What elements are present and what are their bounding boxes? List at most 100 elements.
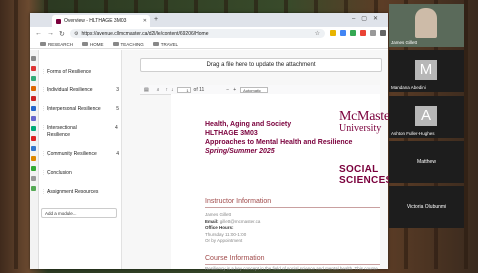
- module-item[interactable]: ⋮⋮ Interpersonal Resilience 5: [41, 106, 119, 113]
- app-icon[interactable]: [31, 96, 36, 101]
- page-number-input[interactable]: 1: [176, 86, 191, 93]
- zoom-in-icon[interactable]: +: [233, 87, 236, 93]
- module-label: Forms of Resilience: [47, 69, 92, 75]
- office-hours-note: Or by Appointment: [205, 238, 243, 243]
- file-dropzone[interactable]: Drag a file here to update the attachmen…: [140, 58, 382, 72]
- forward-icon[interactable]: →: [47, 30, 54, 37]
- module-sidebar: ⋮⋮ Forms of Resilience ⋮⋮ Individual Resil…: [39, 50, 122, 269]
- module-count: 5: [116, 106, 119, 112]
- app-icon[interactable]: [31, 56, 36, 61]
- participant-tile[interactable]: A Ashton Fuller-Hughes: [389, 96, 464, 138]
- extension-icon[interactable]: [350, 30, 356, 36]
- app-icon-strip: [30, 50, 39, 269]
- course-info-heading: Course Information: [205, 255, 265, 262]
- bookmark-folder[interactable]: TRAVEL: [152, 42, 178, 47]
- app-icon[interactable]: [31, 176, 36, 181]
- add-module-input[interactable]: Add a module...: [41, 208, 117, 218]
- browser-window: Overview - HLTHAGE 3M03 ✕ + –▢✕ ← → ↻ ⚙ …: [30, 13, 407, 271]
- folder-icon: [112, 42, 119, 46]
- university-logo-text: University: [339, 123, 382, 134]
- find-icon[interactable]: ⌕: [157, 87, 160, 93]
- participant-name: Matthew: [417, 159, 436, 165]
- content-area: Drag a file here to update the attachmen…: [122, 50, 407, 271]
- participant-name: Ashton Fuller-Hughes: [391, 131, 435, 136]
- app-icon[interactable]: [31, 126, 36, 131]
- page-total: of 11: [193, 86, 205, 93]
- extension-icon[interactable]: [370, 30, 376, 36]
- module-count: 4: [116, 151, 119, 157]
- bookmark-label: TEACHING: [120, 41, 144, 47]
- app-icon[interactable]: [31, 136, 36, 141]
- participant-tile[interactable]: M Mandana Abedini: [389, 50, 464, 92]
- bookmarks-bar: RESEARCH HOME TEACHING TRAVEL: [30, 40, 388, 49]
- bookmark-star-icon[interactable]: ☆: [315, 30, 320, 37]
- participant-video: [415, 8, 437, 38]
- browser-tab[interactable]: Overview - HLTHAGE 3M03 ✕: [52, 15, 150, 27]
- participant-name: Victoria Olubunmi: [406, 204, 447, 210]
- extension-icon[interactable]: [360, 30, 366, 36]
- tab-title: Overview - HLTHAGE 3M03: [64, 18, 127, 24]
- browser-toolbar: ← → ↻ ⚙ https://avenue.cllmcmaster.ca/d2…: [30, 27, 396, 40]
- module-item[interactable]: ⋮⋮ Individual Resilience 3: [41, 87, 119, 94]
- course-title: Health, Aging and Society: [205, 121, 292, 128]
- url-text[interactable]: https://avenue.cllmcmaster.ca/d2l/le/con…: [81, 31, 208, 37]
- bookmark-folder[interactable]: TEACHING: [112, 41, 144, 47]
- instructor-heading: Instructor Information: [205, 198, 272, 205]
- site-info-icon[interactable]: ⚙: [74, 31, 78, 37]
- back-icon[interactable]: ←: [35, 30, 42, 37]
- extension-icon[interactable]: [330, 30, 336, 36]
- faculty-name: SOCIAL SCIENCES: [339, 164, 393, 186]
- bookmark-label: HOME: [90, 41, 104, 47]
- bookmark-label: RESEARCH: [48, 41, 74, 47]
- participant-avatar: M: [415, 60, 437, 80]
- app-icon[interactable]: [31, 106, 36, 111]
- tab-favicon-icon: [56, 18, 61, 24]
- module-item[interactable]: ⋮⋮ Assignment Resources: [41, 189, 119, 196]
- app-icon[interactable]: [31, 66, 36, 71]
- participant-tile[interactable]: Victoria Olubunmi: [389, 186, 464, 228]
- zoom-out-icon[interactable]: −: [226, 87, 229, 93]
- extension-icon[interactable]: [340, 30, 346, 36]
- module-item[interactable]: ⋮⋮ Community Resilience 4: [41, 151, 119, 158]
- module-count: 4: [115, 125, 118, 131]
- new-tab-icon[interactable]: +: [154, 16, 158, 23]
- tab-close-icon[interactable]: ✕: [143, 18, 147, 24]
- participant-avatar: A: [415, 106, 437, 126]
- bookmark-folder[interactable]: HOME: [82, 42, 104, 47]
- app-icon[interactable]: [31, 166, 36, 171]
- app-icon[interactable]: [31, 146, 36, 151]
- bookmark-folder[interactable]: RESEARCH: [40, 42, 73, 47]
- app-icon[interactable]: [31, 86, 36, 91]
- course-code: HLTHAGE 3M03: [205, 130, 258, 137]
- zoom-select[interactable]: Automatic Zoom: [240, 86, 269, 99]
- app-icon[interactable]: [31, 116, 36, 121]
- module-item[interactable]: ⋮⋮ Conclusion: [41, 170, 119, 177]
- app-icon[interactable]: [31, 76, 36, 81]
- course-info-text: Resiliency is a key concept in the field…: [205, 266, 378, 271]
- divider: [205, 207, 380, 208]
- sidebar-toggle-icon[interactable]: ▤: [144, 87, 149, 93]
- module-label: Individual Resilience: [47, 87, 93, 93]
- app-icon[interactable]: [31, 186, 36, 191]
- window-controls[interactable]: –▢✕: [352, 15, 384, 22]
- reload-icon[interactable]: ↻: [59, 30, 65, 38]
- faculty-line: SCIENCES: [339, 175, 393, 186]
- course-term: Spring/Summer 2025: [205, 148, 275, 155]
- participant-tile[interactable]: Matthew: [389, 141, 464, 183]
- divider: [205, 264, 380, 265]
- folder-icon: [152, 42, 159, 46]
- extension-icon[interactable]: [380, 30, 386, 36]
- address-bar[interactable]: ⚙ https://avenue.cllmcmaster.ca/d2l/le/c…: [70, 29, 325, 38]
- extension-icons: [330, 30, 396, 36]
- module-item[interactable]: ⋮⋮ Forms of Resilience: [41, 69, 119, 76]
- module-label: Assignment Resources: [47, 189, 99, 195]
- participant-tile[interactable]: James Gillett: [389, 4, 464, 47]
- app-icon[interactable]: [31, 156, 36, 161]
- pdf-page: Health, Aging and Society HLTHAGE 3M03 A…: [171, 94, 407, 271]
- module-item[interactable]: ⋮⋮ Intersectional Resilience 4: [41, 125, 119, 139]
- page-down-icon[interactable]: ↓: [171, 87, 174, 93]
- participant-name: Mandana Abedini: [391, 85, 426, 90]
- page-up-icon[interactable]: ↑: [166, 87, 169, 93]
- faculty-line: SOCIAL: [339, 164, 379, 175]
- module-count: 3: [116, 87, 119, 93]
